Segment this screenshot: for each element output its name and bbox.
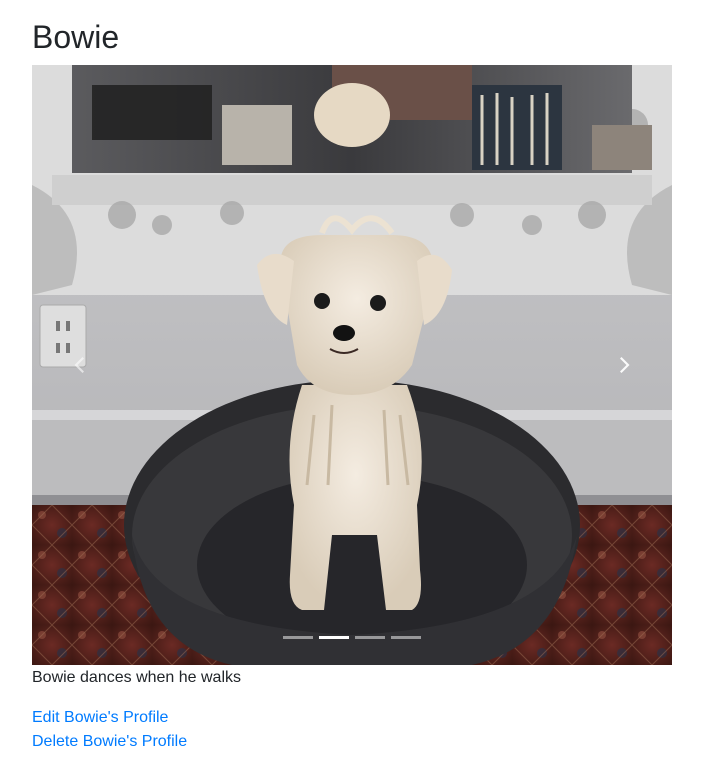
delete-profile-link[interactable]: Delete Bowie's Profile — [32, 730, 187, 754]
carousel-indicator-4[interactable] — [391, 636, 421, 639]
photo-carousel — [32, 65, 672, 665]
carousel-indicator-1[interactable] — [283, 636, 313, 639]
chevron-right-icon — [620, 357, 630, 373]
carousel-indicators — [32, 636, 672, 639]
profile-actions: Edit Bowie's Profile Delete Bowie's Prof… — [32, 706, 187, 754]
chevron-left-icon — [74, 357, 84, 373]
carousel-indicator-3[interactable] — [355, 636, 385, 639]
carousel-next-button[interactable] — [576, 65, 672, 665]
page-title: Bowie — [32, 19, 120, 55]
carousel-prev-button[interactable] — [32, 65, 128, 665]
photo-caption: Bowie dances when he walks — [32, 669, 242, 686]
carousel-indicator-2[interactable] — [319, 636, 349, 639]
edit-profile-link[interactable]: Edit Bowie's Profile — [32, 706, 187, 730]
